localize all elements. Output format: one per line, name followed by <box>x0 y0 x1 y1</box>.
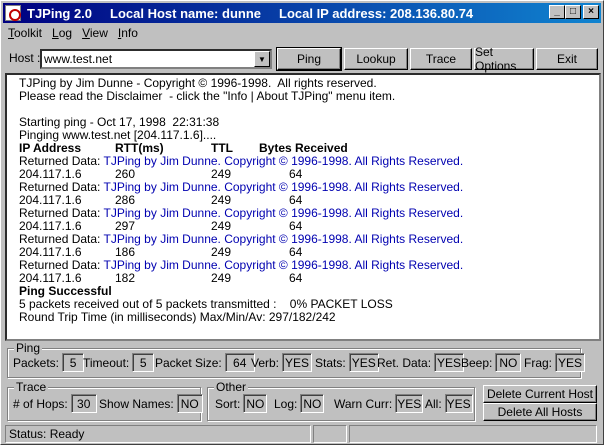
host-combo[interactable]: www.test.net ▼ <box>40 49 272 69</box>
returned-data-line: Returned Data: TJPing by Jim Dunne. Copy… <box>19 154 464 168</box>
exit-button[interactable]: Exit <box>536 48 598 70</box>
disclaimer-line: Please read the Disclaimer - click the "… <box>19 89 396 103</box>
all-field[interactable]: All: YES <box>425 394 473 413</box>
host-input[interactable]: www.test.net <box>42 52 254 66</box>
returned-data-line: Returned Data: TJPing by Jim Dunne. Copy… <box>19 232 464 246</box>
maximize-button[interactable]: □ <box>565 5 581 19</box>
output-log[interactable]: TJPing by Jim Dunne - Copyright © 1996-1… <box>5 73 601 341</box>
other-group-legend: Other <box>214 380 249 394</box>
local-ip-address: Local IP address: 208.136.80.74 <box>279 5 474 21</box>
app-icon[interactable] <box>5 5 21 21</box>
chevron-down-icon[interactable]: ▼ <box>254 51 270 67</box>
ping-button[interactable]: Ping <box>276 47 342 71</box>
menu-info[interactable]: Info <box>113 26 143 40</box>
delete-current-host-button[interactable]: Delete Current Host <box>483 385 597 403</box>
timeout-field[interactable]: Timeout: 5 <box>83 353 155 372</box>
menu-bar: Toolkit Log View Info <box>3 23 601 43</box>
status-bar: Status: Ready <box>3 425 601 443</box>
trace-group-legend: Trace <box>14 380 49 394</box>
beep-field[interactable]: Beep: NO <box>461 353 522 372</box>
delete-all-hosts-button[interactable]: Delete All Hosts <box>483 403 597 421</box>
status-panel-3 <box>349 425 597 443</box>
minimize-button[interactable]: _ <box>549 5 565 19</box>
rtt-summary: Round Trip Time (in milliseconds) Max/Mi… <box>19 310 336 324</box>
show-names-field[interactable]: Show Names: NO <box>99 394 203 413</box>
close-button[interactable]: × <box>583 5 599 19</box>
toolbar: Host : www.test.net ▼ Ping Lookup Trace … <box>3 45 601 73</box>
menu-toolkit[interactable]: Toolkit <box>3 26 47 40</box>
packet-size-field[interactable]: Packet Size: 64 <box>155 353 255 372</box>
set-options-button[interactable]: Set Options <box>474 45 534 73</box>
app-title: TJPing 2.0 <box>27 5 93 21</box>
menu-view[interactable]: View <box>77 26 113 40</box>
returned-data-line: Returned Data: TJPing by Jim Dunne. Copy… <box>19 258 464 272</box>
sort-field[interactable]: Sort: NO <box>215 394 268 413</box>
lookup-button[interactable]: Lookup <box>344 48 408 70</box>
hops-field[interactable]: # of Hops: 30 <box>13 394 97 413</box>
warn-curr-field[interactable]: Warn Curr: YES <box>334 394 424 413</box>
local-host-name: Local Host name: dunne <box>110 5 261 21</box>
returned-data-line: Returned Data: TJPing by Jim Dunne. Copy… <box>19 206 464 220</box>
status-panel-2 <box>313 425 347 443</box>
host-label: Host : <box>9 51 41 65</box>
menu-log[interactable]: Log <box>47 26 77 40</box>
packets-field[interactable]: Packets: 5 <box>13 353 85 372</box>
log-field[interactable]: Log: NO <box>274 394 325 413</box>
frag-field[interactable]: Frag: YES <box>524 353 586 372</box>
stats-field[interactable]: Stats: YES <box>315 353 379 372</box>
title-bar: TJPing 2.0 Local Host name: dunne Local … <box>3 3 601 23</box>
trace-button[interactable]: Trace <box>410 48 472 70</box>
ret-data-field[interactable]: Ret. Data: YES <box>377 353 465 372</box>
status-text: Status: Ready <box>5 425 311 443</box>
tjping-window: TJPing 2.0 Local Host name: dunne Local … <box>0 0 604 445</box>
returned-data-line: Returned Data: TJPing by Jim Dunne. Copy… <box>19 180 464 194</box>
verb-field[interactable]: Verb: YES <box>251 353 313 372</box>
